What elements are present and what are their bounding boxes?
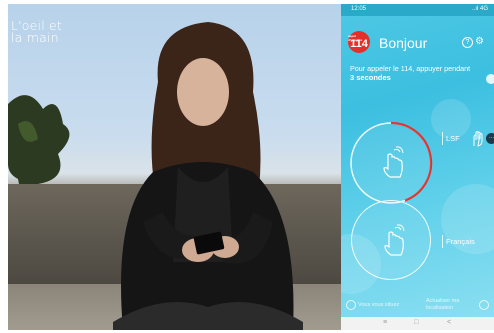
channel-logo-watermark: L'oeil et la main [11, 18, 63, 45]
signal-icon: ..ıl 4G [471, 6, 488, 12]
refresh-icon[interactable] [479, 300, 489, 310]
settings-icon[interactable]: ⚙ [475, 37, 484, 47]
phone-screen: 12:05 ..ıl 4G appel d'urgence 114 Bonjou… [341, 4, 494, 330]
help-icon[interactable]: ? [462, 37, 473, 48]
tap-hand-icon [383, 146, 404, 178]
side-tab-button[interactable] [486, 74, 494, 84]
app-114-logo: appel d'urgence 114 [348, 31, 370, 53]
tap-hand-icon [384, 224, 405, 256]
menu-nav-icon[interactable]: ≡ [383, 319, 387, 326]
francais-option-label[interactable]: Français [442, 235, 478, 248]
call-instruction: Pour appeler le 114, appuyer pendant 3 s… [350, 64, 486, 82]
status-time: 12:05 [351, 6, 367, 12]
current-location-text: Vous vous situez [358, 302, 400, 308]
status-bar: 12:05 ..ıl 4G [341, 4, 494, 16]
home-nav-icon[interactable]: □ [414, 319, 418, 326]
video-frame: L'oeil et la main [8, 4, 341, 330]
location-pin-icon [346, 300, 356, 310]
back-nav-icon[interactable]: < [447, 319, 451, 326]
lsf-call-button[interactable] [351, 123, 431, 203]
more-options-badge[interactable]: ··· [486, 133, 494, 144]
android-nav-bar: ≡ □ < [341, 317, 494, 330]
refresh-location-link[interactable]: Actualiser ma localisation [426, 298, 459, 311]
hold-duration: 3 secondes [350, 73, 391, 82]
person-with-phone [113, 22, 303, 330]
greeting-title: Bonjour [379, 35, 428, 51]
lsf-option-label[interactable]: LSF [442, 132, 463, 145]
location-bar: Vous vous situez Actualiser ma localisat… [341, 294, 494, 316]
francais-call-button[interactable] [351, 200, 431, 280]
app-logo-caption: appel d'urgence [348, 34, 363, 42]
